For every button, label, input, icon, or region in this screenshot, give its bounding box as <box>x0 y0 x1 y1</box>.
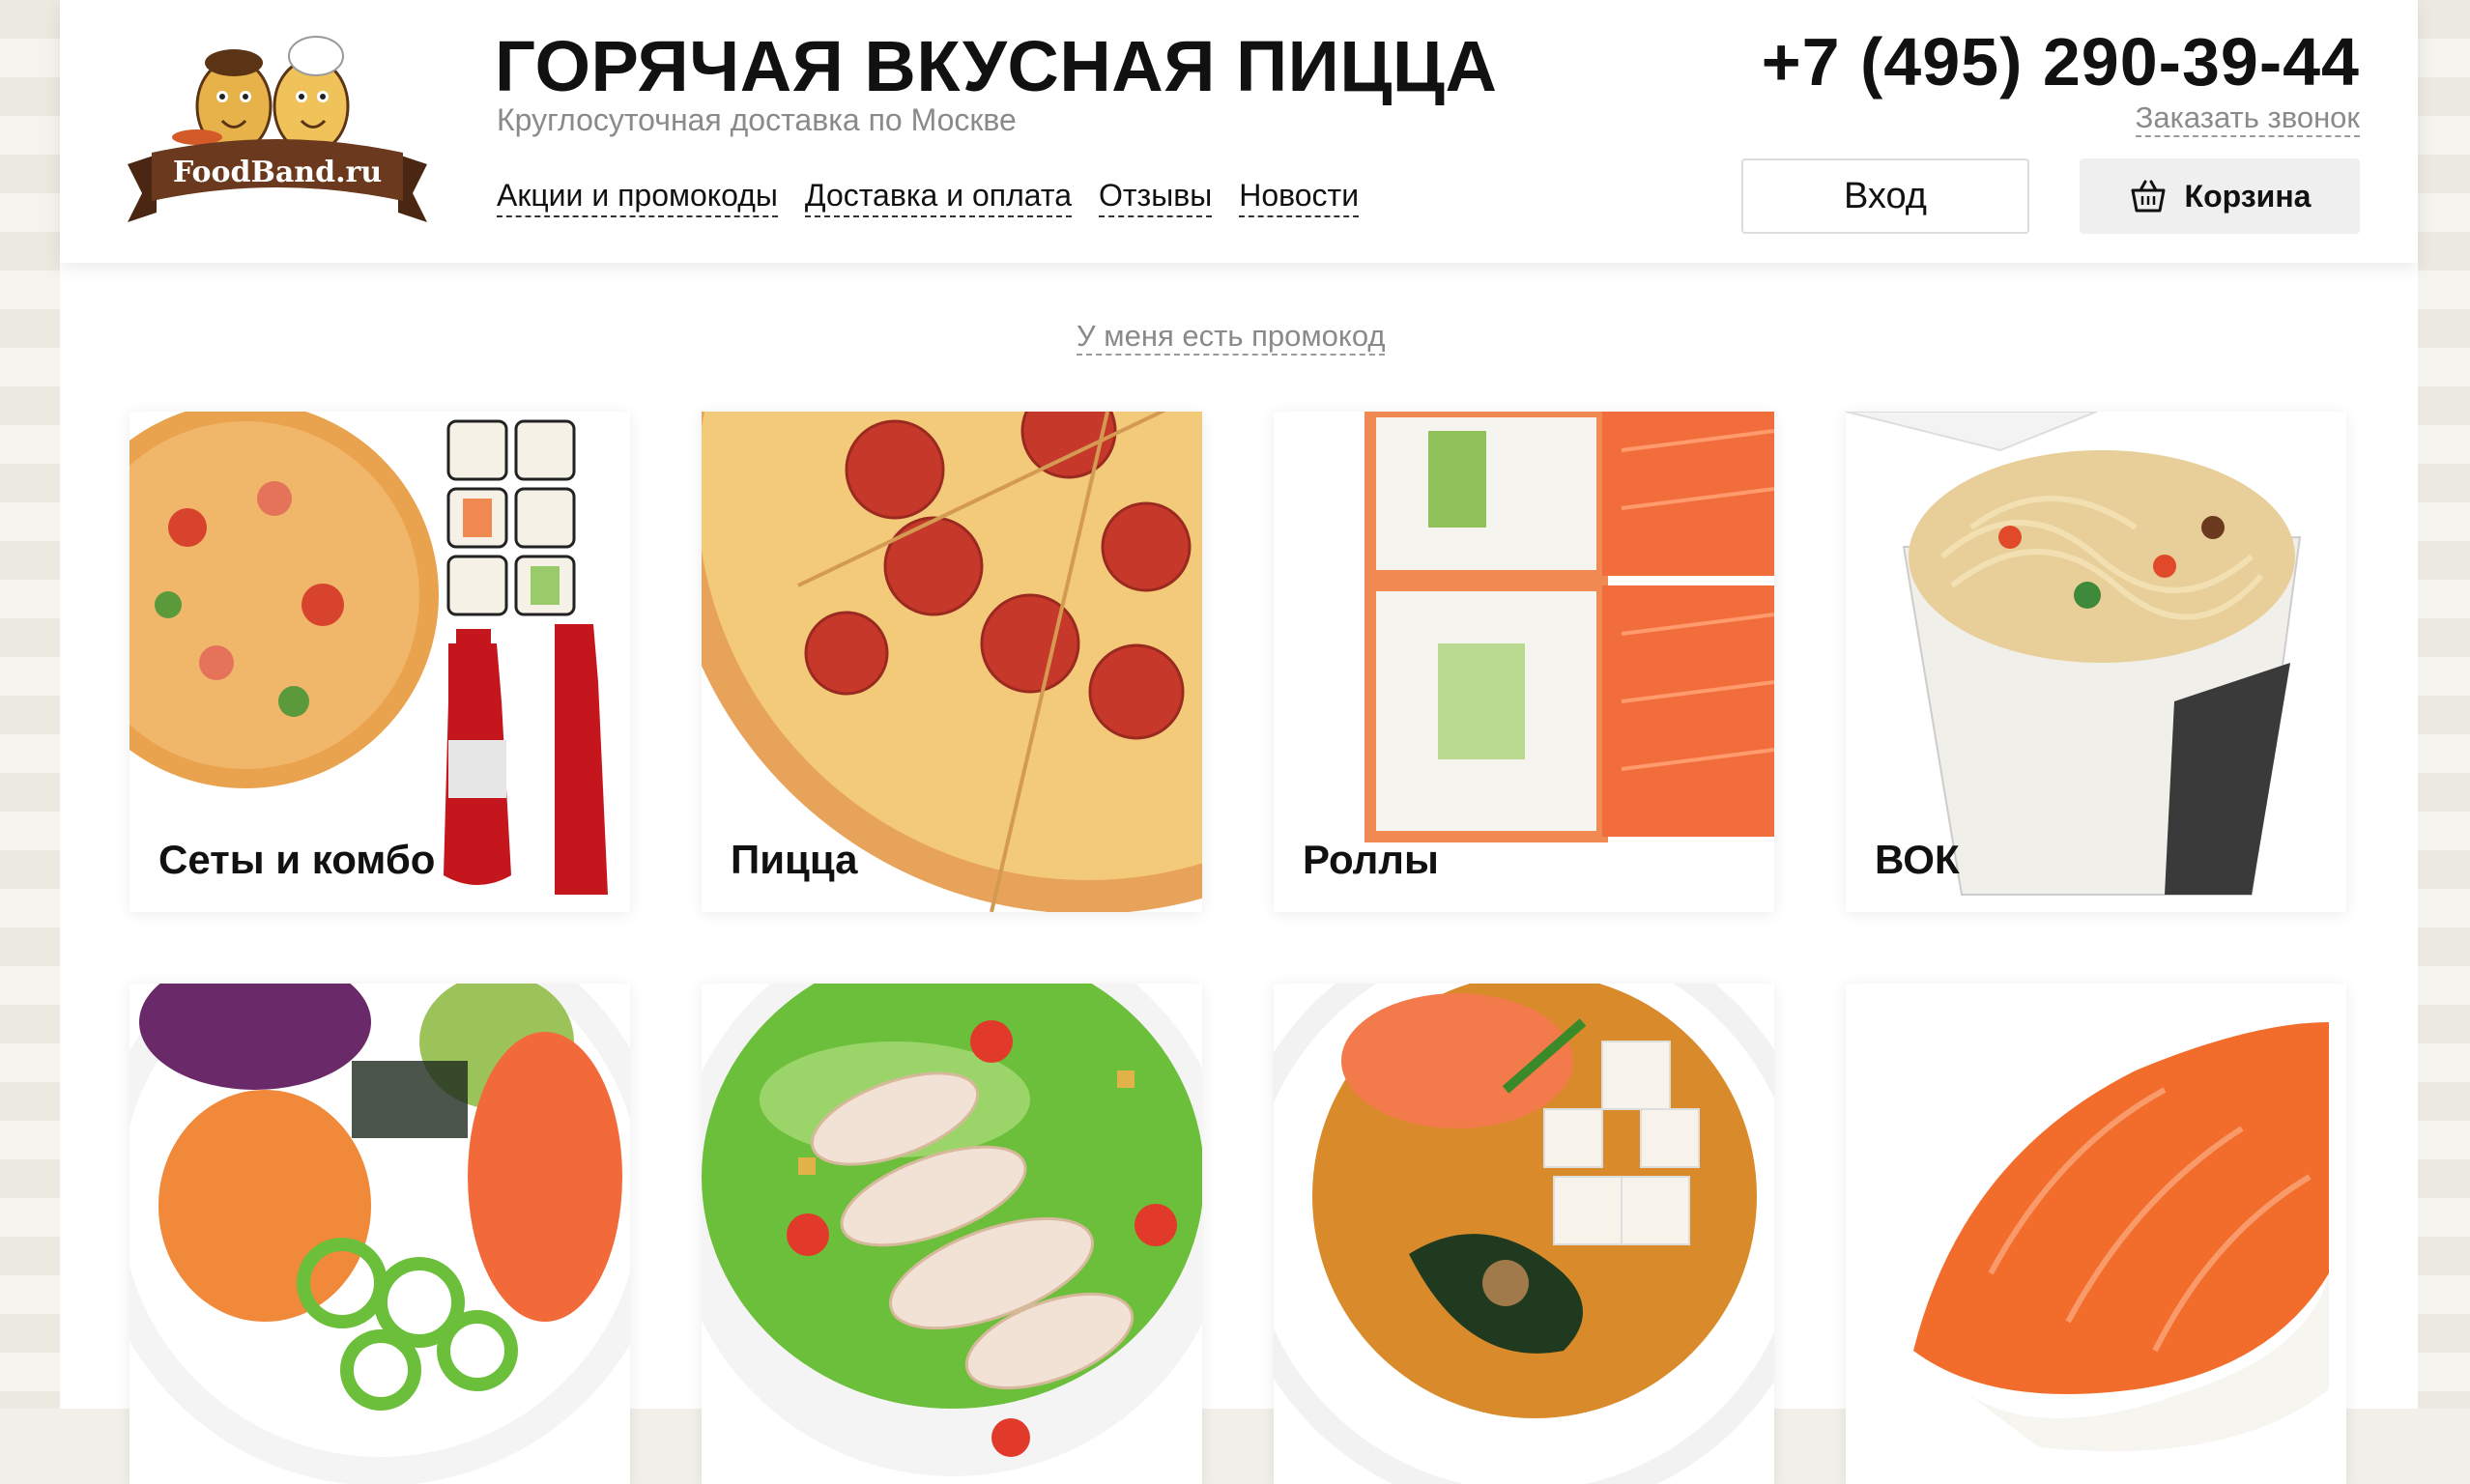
page: FoodBand.ru ГОРЯЧАЯ ВКУСНАЯ ПИЦЦА Кругло… <box>60 0 2418 1484</box>
category-card-rolls[interactable]: Роллы <box>1274 412 1774 912</box>
sushi-image <box>1846 984 2346 1484</box>
logo-text: FoodBand.ru <box>173 156 382 189</box>
promo-code-link[interactable]: У меня есть промокод <box>1077 319 1386 356</box>
site-header: FoodBand.ru ГОРЯЧАЯ ВКУСНАЯ ПИЦЦА Кругло… <box>60 0 2418 263</box>
category-card-pizza[interactable]: Пицца <box>702 412 1202 912</box>
soup-image <box>1274 984 1774 1484</box>
category-card-poke[interactable] <box>129 984 630 1484</box>
background-pattern-right <box>2412 0 2470 1409</box>
category-label: Роллы <box>1303 837 1439 882</box>
category-label: Сеты и комбо <box>158 837 436 882</box>
category-card-sushi[interactable] <box>1846 984 2346 1484</box>
salad-image <box>702 984 1202 1484</box>
nav-link-reviews[interactable]: Отзывы <box>1098 178 1213 217</box>
category-label: Пицца <box>731 837 858 882</box>
main-nav: Акции и промокоды Доставка и оплата Отзы… <box>497 178 1360 217</box>
category-card-combo[interactable]: Сеты и комбо <box>129 412 630 912</box>
foodband-logo[interactable]: FoodBand.ru <box>118 29 437 232</box>
background-pattern-left <box>0 0 60 1409</box>
page-title: ГОРЯЧАЯ ВКУСНАЯ ПИЦЦА <box>495 26 1498 106</box>
cart-label: Корзина <box>2184 178 2312 214</box>
nav-link-promotions[interactable]: Акции и промокоды <box>497 178 778 217</box>
nav-link-delivery[interactable]: Доставка и оплата <box>804 178 1072 217</box>
category-card-soup[interactable] <box>1274 984 1774 1484</box>
category-card-wok[interactable]: ВОК <box>1846 412 2346 912</box>
nav-link-news[interactable]: Новости <box>1239 178 1360 217</box>
cart-button[interactable]: Корзина <box>2080 158 2360 234</box>
category-label: ВОК <box>1875 837 1960 882</box>
poke-image <box>129 984 630 1484</box>
login-button[interactable]: Вход <box>1741 158 2029 234</box>
phone-number[interactable]: +7 (495) 290-39-44 <box>1762 23 2360 100</box>
basket-icon <box>2131 180 2166 213</box>
page-subtitle: Круглосуточная доставка по Москве <box>497 102 1017 137</box>
callback-link[interactable]: Заказать звонок <box>2135 100 2360 137</box>
category-card-salad[interactable] <box>702 984 1202 1484</box>
